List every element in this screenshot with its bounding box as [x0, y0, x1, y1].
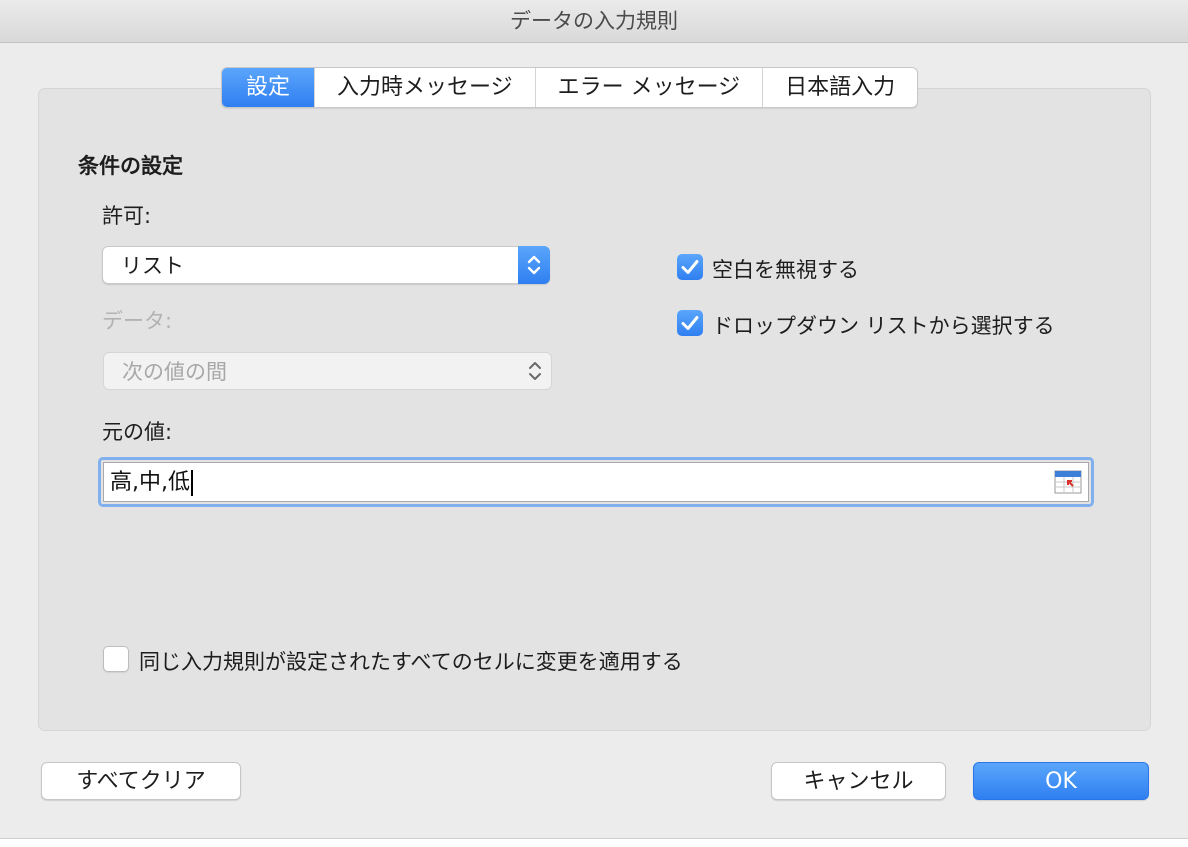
source-input-box[interactable]: 高,中,低 [103, 462, 1089, 502]
source-value-text: 高,中,低 [110, 470, 190, 495]
settings-panel [38, 88, 1151, 731]
data-select: 次の値の間 [103, 352, 552, 390]
select-stepper-icon [518, 246, 550, 284]
data-select-value: 次の値の間 [122, 360, 227, 384]
checkmark-icon [681, 316, 699, 330]
dropdown-label[interactable]: ドロップダウン リストから選択する [712, 310, 1055, 340]
allow-select[interactable]: リスト [102, 246, 550, 284]
tab-japanese-input[interactable]: 日本語入力 [763, 68, 917, 107]
tab-input-message[interactable]: 入力時メッセージ [315, 68, 536, 107]
tab-error-message[interactable]: エラー メッセージ [536, 68, 764, 107]
clear-all-button[interactable]: すべてクリア [41, 762, 241, 800]
allow-label: 許可: [102, 204, 152, 228]
text-caret [191, 470, 193, 496]
range-select-icon[interactable] [1054, 470, 1082, 494]
tab-settings[interactable]: 設定 [222, 68, 316, 107]
criteria-section-title: 条件の設定 [78, 154, 183, 178]
window-title: データの入力規則 [0, 0, 1188, 43]
data-label: データ: [102, 309, 173, 333]
select-stepper-icon [520, 352, 552, 390]
cancel-button[interactable]: キャンセル [771, 762, 946, 800]
ok-button[interactable]: OK [973, 762, 1149, 800]
dropdown-checkbox[interactable] [677, 310, 703, 336]
source-input-value[interactable]: 高,中,低 [110, 463, 193, 503]
source-label: 元の値: [102, 420, 173, 444]
source-input[interactable]: 高,中,低 [98, 457, 1094, 507]
apply-all-checkbox[interactable] [103, 646, 129, 672]
ignore-blank-checkbox[interactable] [677, 254, 703, 280]
tab-bar: 設定 入力時メッセージ エラー メッセージ 日本語入力 [221, 67, 919, 108]
data-validation-dialog: データの入力規則 設定 入力時メッセージ エラー メッセージ 日本語入力 条件の… [0, 0, 1188, 847]
checkmark-icon [681, 260, 699, 274]
apply-all-label[interactable]: 同じ入力規則が設定されたすべてのセルに変更を適用する [139, 646, 683, 676]
ignore-blank-label[interactable]: 空白を無視する [712, 254, 859, 284]
allow-select-value: リスト [121, 254, 184, 278]
